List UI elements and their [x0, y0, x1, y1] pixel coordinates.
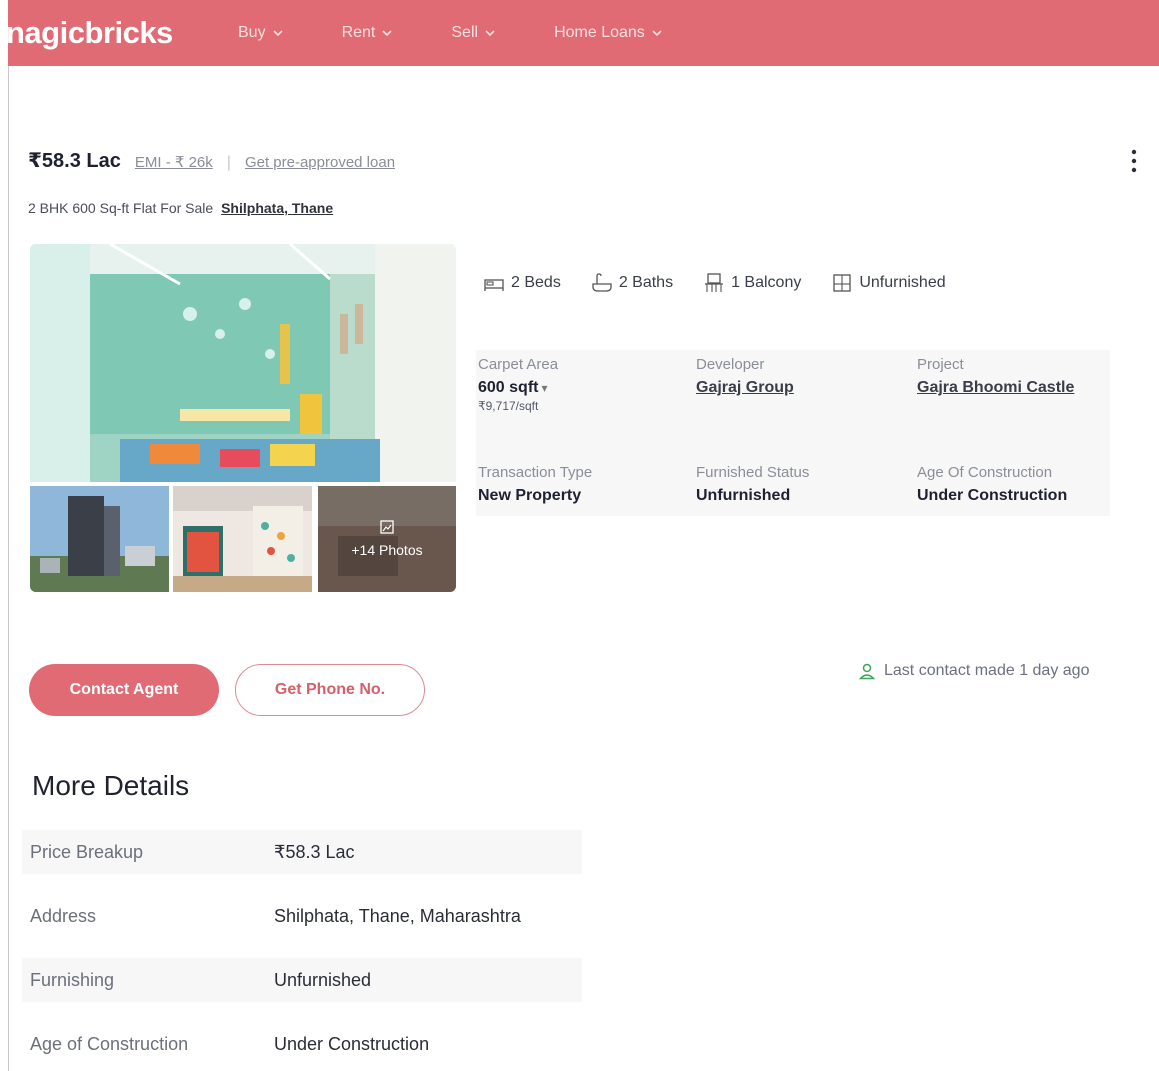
nav-buy-label: Buy: [238, 24, 266, 41]
listing-subtitle: 2 BHK 600 Sq-ft Flat For Sale Shilphata,…: [28, 200, 333, 216]
baths-label: 2 Baths: [618, 274, 674, 291]
detail-row-price-breakup: Price Breakup ₹58.3 Lac: [22, 830, 582, 874]
summary-furnished-status: Furnished Status Unfurnished: [696, 464, 809, 505]
top-navigation-bar: nagicbricks Buy Rent Sell Home Loans: [6, 0, 1159, 66]
transaction-type-label: Transaction Type: [478, 464, 593, 481]
chevron-down-icon: [652, 30, 662, 37]
carpet-area-label: Carpet Area: [478, 356, 559, 373]
detail-label: Furnishing: [30, 969, 115, 990]
developer-label: Developer: [696, 356, 765, 373]
pre-approved-loan-link[interactable]: Get pre-approved loan: [245, 154, 395, 171]
detail-label: Age of Construction: [30, 1033, 189, 1054]
photo-thumbnail-building[interactable]: [30, 486, 169, 592]
bath-icon: [592, 273, 612, 292]
carpet-area-text: 600 sqft: [478, 379, 539, 396]
property-summary-grid: Carpet Area 600 sqft ▾ ₹9,717/sqft Develo…: [476, 350, 1110, 516]
last-contact-text: Last contact made 1 day ago: [884, 662, 1090, 679]
page-left-border: [8, 0, 9, 1071]
listing-price: ₹58.3 Lac: [28, 150, 121, 172]
emi-link[interactable]: EMI - ₹ 26k: [135, 153, 213, 171]
area-unit-dropdown-icon[interactable]: ▾: [541, 381, 547, 395]
age-of-construction-value: Under Construction: [917, 487, 1068, 504]
more-photos-overlay[interactable]: +14 Photos: [318, 486, 456, 592]
building-image: [30, 486, 169, 592]
more-photos-label: +14 Photos: [351, 542, 423, 558]
kids-room-image: [30, 244, 456, 482]
bed-icon: [484, 279, 504, 291]
chevron-down-icon: [382, 30, 392, 37]
furnishing-label: Unfurnished: [859, 274, 946, 291]
carpet-area-value[interactable]: 600 sqft ▾: [478, 379, 558, 397]
amenities-row: 2 Beds 2 Baths 1 Balcony Unfurnished: [483, 272, 976, 294]
balcony-label: 1 Balcony: [731, 274, 802, 291]
detail-label: Price Breakup: [30, 841, 144, 862]
detail-value: Shilphata, Thane, Maharashtra: [274, 905, 521, 926]
age-of-construction-label: Age Of Construction: [917, 464, 1053, 481]
detail-value: Unfurnished: [274, 969, 372, 990]
user-icon: [858, 663, 876, 680]
gallery-icon: [380, 520, 394, 534]
transaction-type-value: New Property: [478, 487, 582, 504]
amenity-furnishing: Unfurnished: [831, 272, 946, 294]
summary-developer: Developer Gajraj Group: [696, 356, 794, 397]
developer-link[interactable]: Gajraj Group: [696, 379, 794, 397]
chevron-down-icon: [273, 30, 283, 37]
nav-rent[interactable]: Rent: [342, 24, 394, 42]
more-options-icon[interactable]: [1124, 146, 1144, 176]
furnished-status-label: Furnished Status: [696, 464, 810, 481]
chevron-down-icon: [485, 30, 495, 37]
detail-value: ₹58.3 Lac: [274, 841, 355, 862]
play-area-image: [173, 486, 312, 592]
furnishing-icon: [833, 274, 851, 292]
detail-label: Address: [30, 905, 97, 926]
price-separator: |: [226, 154, 231, 171]
project-link[interactable]: Gajra Bhoomi Castle: [917, 379, 1074, 397]
more-details-heading: More Details: [32, 770, 190, 801]
nav-sell[interactable]: Sell: [451, 24, 496, 42]
detail-row-age-of-construction: Age of Construction Under Construction: [22, 1022, 582, 1066]
summary-age-of-construction: Age Of Construction Under Construction: [917, 464, 1067, 505]
furnished-status-value: Unfurnished: [696, 487, 791, 504]
photo-thumbnail-play-area[interactable]: [173, 486, 312, 592]
price-row: ₹58.3 Lac EMI - ₹ 26k | Get pre-approved…: [28, 148, 395, 173]
summary-carpet-area: Carpet Area 600 sqft ▾ ₹9,717/sqft: [478, 356, 558, 413]
last-contact-info: Last contact made 1 day ago: [858, 662, 1089, 680]
nav-rent-label: Rent: [341, 24, 376, 41]
detail-row-address: Address Shilphata, Thane, Maharashtra: [22, 894, 582, 938]
get-phone-number-button[interactable]: Get Phone No.: [235, 664, 425, 716]
balcony-icon: [705, 273, 724, 292]
nav-sell-label: Sell: [451, 24, 479, 41]
contact-agent-button[interactable]: Contact Agent: [29, 664, 219, 716]
project-label: Project: [917, 356, 964, 373]
amenity-beds: 2 Beds: [483, 272, 561, 294]
listing-title: 2 BHK 600 Sq-ft Flat For Sale: [28, 200, 214, 216]
beds-label: 2 Beds: [511, 274, 561, 291]
detail-row-furnishing: Furnishing Unfurnished: [22, 958, 582, 1002]
locality-link[interactable]: Shilphata, Thane: [221, 200, 333, 216]
nav-buy[interactable]: Buy: [238, 24, 284, 42]
detail-value: Under Construction: [274, 1033, 430, 1054]
amenity-balcony: 1 Balcony: [703, 272, 801, 294]
summary-project: Project Gajra Bhoomi Castle: [917, 356, 1074, 397]
nav-home-loans[interactable]: Home Loans: [554, 24, 663, 42]
photo-thumbnail-more[interactable]: +14 Photos: [318, 486, 456, 592]
main-property-photo[interactable]: [30, 244, 456, 482]
site-logo[interactable]: nagicbricks: [6, 15, 238, 51]
nav-home-loans-label: Home Loans: [554, 24, 645, 41]
summary-transaction-type: Transaction Type New Property: [478, 464, 592, 505]
price-per-sqft: ₹9,717/sqft: [478, 399, 539, 413]
amenity-baths: 2 Baths: [591, 272, 673, 294]
